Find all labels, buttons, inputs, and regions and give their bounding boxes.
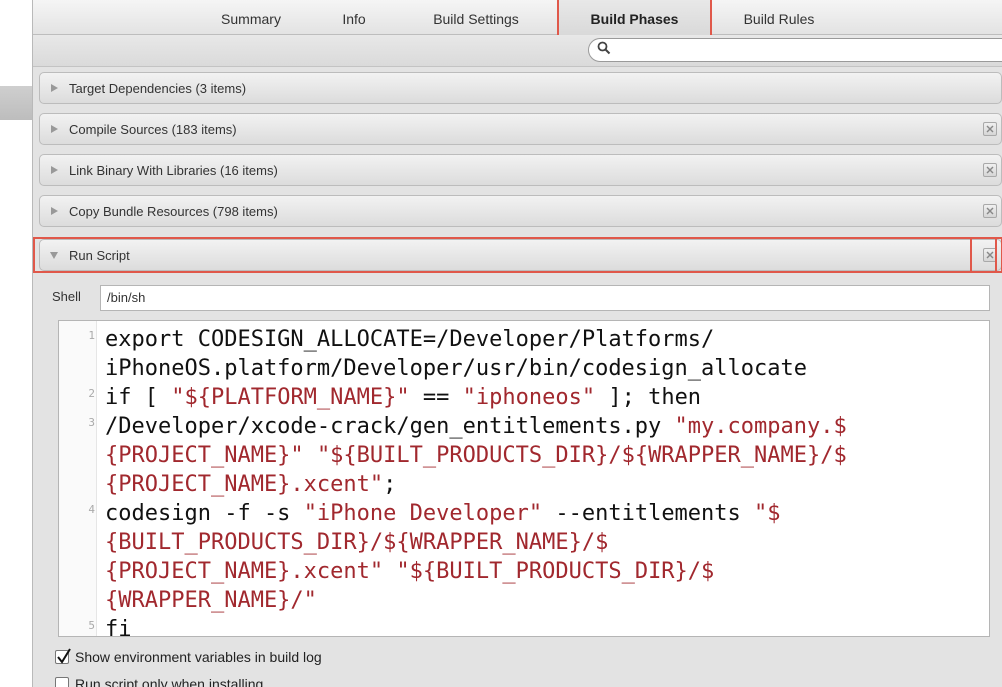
search-bar bbox=[33, 35, 1002, 67]
search-field[interactable] bbox=[588, 38, 1002, 62]
script-line: {BUILT_PRODUCTS_DIR}/${WRAPPER_NAME}/$ bbox=[105, 530, 609, 555]
phase-label: Target Dependencies (3 items) bbox=[69, 81, 247, 96]
delete-phase-icon[interactable] bbox=[983, 122, 997, 136]
window-edge bbox=[0, 0, 32, 86]
shell-label: Shell bbox=[52, 289, 81, 304]
run-only-installing-option[interactable]: Run script only when installing bbox=[55, 676, 263, 687]
phase-label: Compile Sources (183 items) bbox=[69, 122, 237, 137]
line-number: 3 bbox=[88, 416, 95, 429]
sidebar-edge bbox=[0, 86, 34, 120]
delete-phase-icon[interactable] bbox=[983, 248, 997, 262]
line-number: 5 bbox=[88, 619, 95, 632]
script-line: fi bbox=[105, 617, 132, 637]
run-only-installing-checkbox[interactable] bbox=[55, 677, 69, 687]
tab-build-rules[interactable]: Build Rules bbox=[725, 0, 833, 35]
phase-label: Link Binary With Libraries (16 items) bbox=[69, 163, 278, 178]
tab-bar: Summary Info Build Settings Build Phases… bbox=[33, 0, 1002, 35]
line-number: 1 bbox=[88, 329, 95, 342]
tab-summary[interactable]: Summary bbox=[201, 0, 301, 35]
disclosure-triangle-icon[interactable] bbox=[49, 165, 59, 175]
script-line: if [ "${PLATFORM_NAME}" == "iphoneos" ];… bbox=[105, 385, 702, 410]
disclosure-triangle-icon[interactable] bbox=[49, 83, 59, 93]
disclosure-triangle-open-icon[interactable] bbox=[49, 250, 59, 260]
script-line: {PROJECT_NAME}" "${BUILT_PRODUCTS_DIR}/$… bbox=[105, 443, 847, 468]
delete-phase-icon[interactable] bbox=[983, 163, 997, 177]
phase-label: Run Script bbox=[69, 248, 130, 263]
run-only-installing-label: Run script only when installing bbox=[75, 676, 264, 687]
shell-field[interactable]: /bin/sh bbox=[100, 285, 990, 311]
phase-run-script[interactable]: Run Script bbox=[39, 239, 1002, 271]
script-line: export CODESIGN_ALLOCATE=/Developer/Plat… bbox=[105, 327, 715, 352]
line-number-gutter: 1 2 3 4 5 bbox=[59, 321, 97, 636]
show-env-vars-checkbox[interactable] bbox=[55, 648, 71, 664]
script-line: {WRAPPER_NAME}/" bbox=[105, 588, 317, 613]
script-line: codesign -f -s "iPhone Developer" --enti… bbox=[105, 501, 781, 526]
line-number: 2 bbox=[88, 387, 95, 400]
line-number: 4 bbox=[88, 503, 95, 516]
phase-copy-bundle-resources[interactable]: Copy Bundle Resources (798 items) bbox=[39, 195, 1002, 227]
build-phases-editor: Summary Info Build Settings Build Phases… bbox=[32, 0, 1002, 687]
tab-build-phases[interactable]: Build Phases bbox=[559, 0, 710, 35]
disclosure-triangle-icon[interactable] bbox=[49, 206, 59, 216]
tab-build-settings[interactable]: Build Settings bbox=[411, 0, 541, 35]
script-line: /Developer/xcode-crack/gen_entitlements.… bbox=[105, 414, 847, 439]
phase-label: Copy Bundle Resources (798 items) bbox=[69, 204, 278, 219]
show-env-vars-option[interactable]: Show environment variables in build log bbox=[55, 648, 322, 665]
phase-compile-sources[interactable]: Compile Sources (183 items) bbox=[39, 113, 1002, 145]
tab-info[interactable]: Info bbox=[325, 0, 383, 35]
script-line: iPhoneOS.platform/Developer/usr/bin/code… bbox=[105, 356, 807, 381]
magnifier-icon bbox=[597, 41, 611, 55]
delete-phase-icon[interactable] bbox=[983, 204, 997, 218]
script-editor[interactable]: 1 2 3 4 5 export CODESIGN_ALLOCATE=/Deve… bbox=[58, 320, 990, 637]
script-line: {PROJECT_NAME}.xcent" "${BUILT_PRODUCTS_… bbox=[105, 559, 715, 584]
phase-link-binary[interactable]: Link Binary With Libraries (16 items) bbox=[39, 154, 1002, 186]
script-line: {PROJECT_NAME}.xcent"; bbox=[105, 472, 397, 497]
show-env-vars-label: Show environment variables in build log bbox=[75, 649, 322, 665]
disclosure-triangle-icon[interactable] bbox=[49, 124, 59, 134]
phase-target-dependencies[interactable]: Target Dependencies (3 items) bbox=[39, 72, 1002, 104]
